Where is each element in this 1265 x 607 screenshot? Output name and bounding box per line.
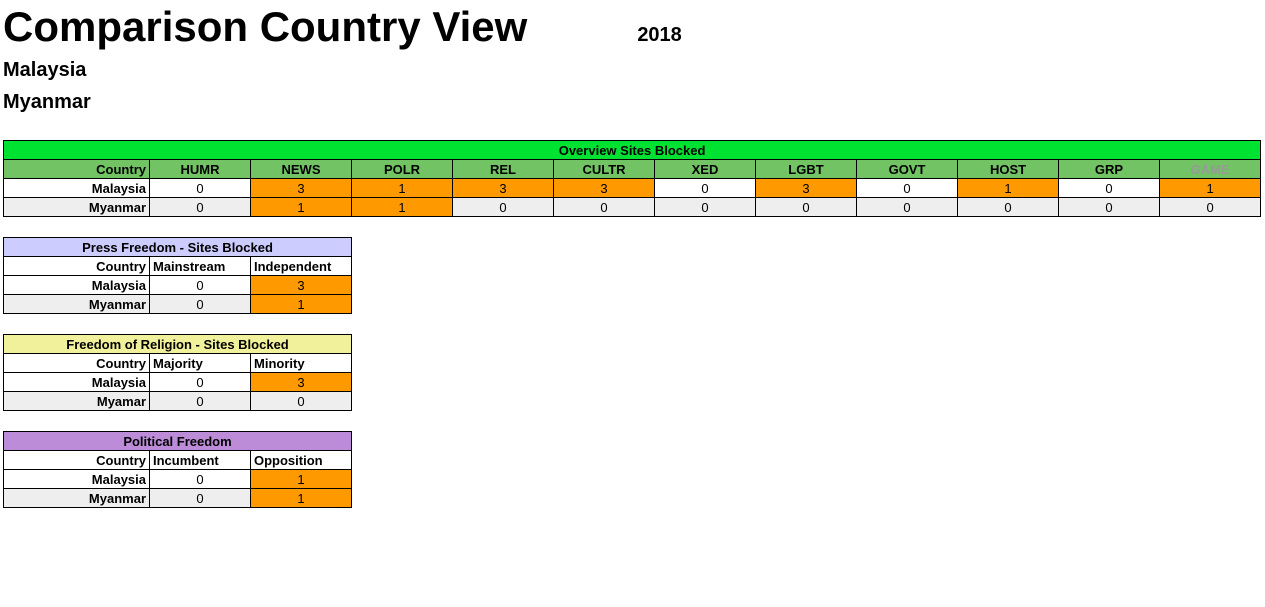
overview-cell: 0 (150, 198, 251, 217)
political-banner: Political Freedom (4, 432, 352, 451)
overview-cell: 1 (1160, 179, 1261, 198)
religion-country-header: Country (4, 354, 150, 373)
religion-col-majority: Majority (150, 354, 251, 373)
overview-country-header: Country (4, 160, 150, 179)
overview-cell: 1 (958, 179, 1059, 198)
press-cell: 0 (150, 295, 251, 314)
country-2: Myanmar (3, 86, 1262, 118)
table-row: Myanmar 0 1 (4, 295, 352, 314)
overview-cell: 0 (1160, 198, 1261, 217)
table-row: Myanmar 0 1 1 0 0 0 0 0 0 0 0 (4, 198, 1261, 217)
overview-cell: 3 (554, 179, 655, 198)
overview-col-host: HOST (958, 160, 1059, 179)
political-cell: 1 (251, 470, 352, 489)
religion-cell: 0 (150, 392, 251, 411)
overview-cell: 1 (251, 198, 352, 217)
overview-col-grp: GRP (1059, 160, 1160, 179)
overview-col-news: NEWS (251, 160, 352, 179)
press-cell: 3 (251, 276, 352, 295)
overview-col-rel: REL (453, 160, 554, 179)
religion-cell: 0 (150, 373, 251, 392)
overview-col-polr: POLR (352, 160, 453, 179)
political-row-country: Malaysia (4, 470, 150, 489)
press-row-country: Malaysia (4, 276, 150, 295)
religion-cell: 3 (251, 373, 352, 392)
table-row: Malaysia 0 3 (4, 276, 352, 295)
country-1: Malaysia (3, 54, 1262, 86)
overview-cell: 0 (655, 198, 756, 217)
overview-col-cultr: CULTR (554, 160, 655, 179)
overview-row-country: Myanmar (4, 198, 150, 217)
press-cell: 0 (150, 276, 251, 295)
political-row-country: Myanmar (4, 489, 150, 508)
table-row: Myamar 0 0 (4, 392, 352, 411)
header: Comparison Country View 2018 (3, 2, 1262, 54)
press-table: Press Freedom - Sites Blocked Country Ma… (3, 237, 352, 314)
table-row: Malaysia 0 1 (4, 470, 352, 489)
religion-banner: Freedom of Religion - Sites Blocked (4, 335, 352, 354)
overview-col-lgbt: LGBT (756, 160, 857, 179)
political-cell: 0 (150, 489, 251, 508)
overview-cell: 0 (150, 179, 251, 198)
overview-col-govt: GOVT (857, 160, 958, 179)
overview-table: Overview Sites Blocked Country HUMR NEWS… (3, 140, 1261, 217)
page-title: Comparison Country View (3, 2, 527, 52)
overview-cell: 0 (857, 179, 958, 198)
overview-cell: 0 (958, 198, 1059, 217)
overview-cell: 0 (453, 198, 554, 217)
religion-col-minority: Minority (251, 354, 352, 373)
political-col-opposition: Opposition (251, 451, 352, 470)
table-row: Malaysia 0 3 (4, 373, 352, 392)
overview-cell: 0 (756, 198, 857, 217)
overview-banner: Overview Sites Blocked (4, 141, 1261, 160)
overview-cell: 3 (453, 179, 554, 198)
overview-col-game: GAME (1160, 160, 1261, 179)
overview-cell: 3 (756, 179, 857, 198)
political-cell: 0 (150, 470, 251, 489)
press-banner: Press Freedom - Sites Blocked (4, 238, 352, 257)
press-col-independent: Independent (251, 257, 352, 276)
overview-cell: 0 (655, 179, 756, 198)
overview-cell: 0 (1059, 198, 1160, 217)
overview-cell: 0 (857, 198, 958, 217)
political-col-incumbent: Incumbent (150, 451, 251, 470)
table-row: Malaysia 0 3 1 3 3 0 3 0 1 0 1 (4, 179, 1261, 198)
overview-col-xed: XED (655, 160, 756, 179)
year-label: 2018 (637, 24, 682, 49)
table-row: Myanmar 0 1 (4, 489, 352, 508)
overview-cell: 1 (352, 198, 453, 217)
political-table: Political Freedom Country Incumbent Oppo… (3, 431, 352, 508)
overview-row-country: Malaysia (4, 179, 150, 198)
press-col-mainstream: Mainstream (150, 257, 251, 276)
press-cell: 1 (251, 295, 352, 314)
overview-cell: 0 (554, 198, 655, 217)
religion-table: Freedom of Religion - Sites Blocked Coun… (3, 334, 352, 411)
religion-row-country: Malaysia (4, 373, 150, 392)
religion-row-country: Myamar (4, 392, 150, 411)
press-country-header: Country (4, 257, 150, 276)
overview-cell: 3 (251, 179, 352, 198)
political-cell: 1 (251, 489, 352, 508)
overview-cell: 0 (1059, 179, 1160, 198)
political-country-header: Country (4, 451, 150, 470)
overview-col-humr: HUMR (150, 160, 251, 179)
press-row-country: Myanmar (4, 295, 150, 314)
overview-cell: 1 (352, 179, 453, 198)
religion-cell: 0 (251, 392, 352, 411)
